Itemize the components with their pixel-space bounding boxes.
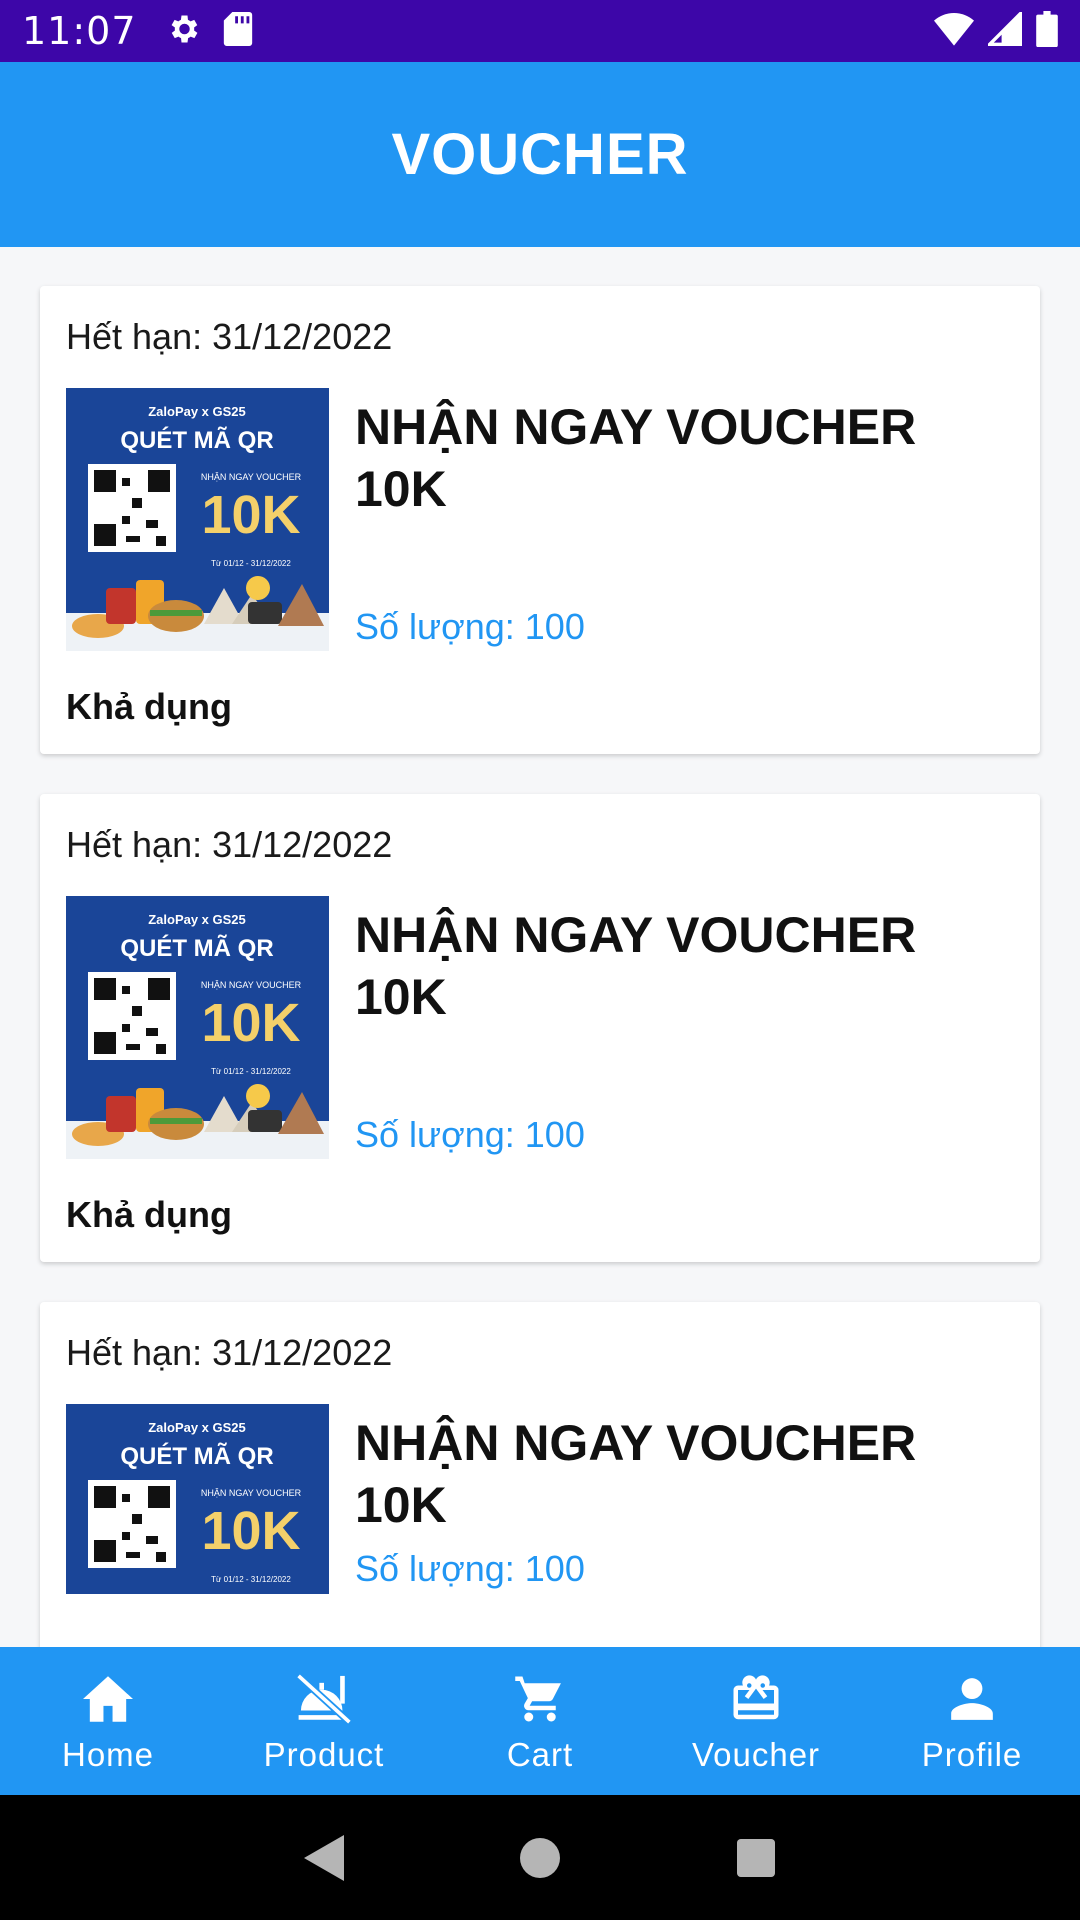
bottom-nav: Home Product Cart Voucher Profile [0, 1647, 1080, 1795]
voucher-quantity: Số lượng: 100 [355, 1114, 585, 1155]
profile-icon [947, 1668, 997, 1730]
voucher-name: NHẬN NGAY VOUCHER 10K [355, 907, 917, 1025]
status-bar: 11:07 [0, 0, 1080, 62]
poster-headline: QUÉT MÃ QR [120, 426, 273, 454]
voucher-name: NHẬN NGAY VOUCHER 10K [355, 1415, 917, 1533]
poster-dates: Từ 01/12 - 31/12/2022 [211, 559, 291, 568]
poster-sub: NHẬN NGAY VOUCHER [201, 980, 302, 990]
poster-headline: QUÉT MÃ QR [120, 934, 273, 962]
poster-brand: ZaloPay x GS25 [148, 1420, 246, 1435]
poster-sub: NHẬN NGAY VOUCHER [201, 472, 302, 482]
poster-sub: NHẬN NGAY VOUCHER [201, 1488, 302, 1498]
voucher-expiry: Hết hạn: 31/12/2022 [66, 824, 393, 865]
wifi-icon [934, 12, 974, 51]
voucher-quantity: Số lượng: 100 [355, 1548, 585, 1589]
poster-brand: ZaloPay x GS25 [148, 912, 246, 927]
voucher-expiry: Hết hạn: 31/12/2022 [66, 1332, 393, 1373]
voucher-name: NHẬN NGAY VOUCHER 10K [355, 399, 917, 517]
poster-amount: 10K [201, 1501, 300, 1561]
nav-item-cart[interactable]: Cart [432, 1647, 648, 1795]
voucher-quantity: Số lượng: 100 [355, 606, 585, 647]
nav-item-home[interactable]: Home [0, 1647, 216, 1795]
voucher-image: ZaloPay x GS25 QUÉT MÃ QR NHẬN NGAY VOUC… [66, 388, 329, 651]
nav-label: Product [263, 1736, 385, 1773]
voucher-card[interactable]: Hết hạn: 31/12/2022 ZaloPay x GS25 QUÉT … [40, 794, 1040, 1262]
sd-card-icon [223, 11, 253, 51]
poster-amount: 10K [201, 485, 300, 545]
poster-dates: Từ 01/12 - 31/12/2022 [211, 1067, 291, 1076]
system-nav-bar [0, 1795, 1080, 1920]
nav-item-voucher[interactable]: Voucher [648, 1647, 864, 1795]
app-bar: VOUCHER [0, 62, 1080, 247]
voucher-icon [728, 1668, 784, 1730]
page-title: VOUCHER [391, 122, 689, 187]
voucher-list[interactable]: Hết hạn: 31/12/2022 ZaloPay x GS25 QUÉT … [0, 247, 1080, 1647]
back-icon[interactable] [216, 1834, 432, 1881]
poster-amount: 10K [201, 993, 300, 1053]
voucher-card[interactable]: Hết hạn: 31/12/2022 ZaloPay x GS25 QUÉT … [40, 1302, 1040, 1647]
nav-item-product[interactable]: Product [216, 1647, 432, 1795]
gear-icon [165, 11, 201, 52]
voucher-image: ZaloPay x GS25 QUÉT MÃ QR NHẬN NGAY VOUC… [66, 1404, 329, 1594]
voucher-expiry: Hết hạn: 31/12/2022 [66, 316, 393, 357]
voucher-status: Khả dụng [66, 1194, 232, 1235]
cart-icon [513, 1668, 567, 1730]
battery-icon [1036, 10, 1058, 52]
nav-label: Home [61, 1736, 155, 1773]
poster-headline: QUÉT MÃ QR [120, 1442, 273, 1470]
product-icon [294, 1668, 354, 1730]
nav-label: Cart [506, 1736, 574, 1773]
nav-label: Voucher [691, 1736, 821, 1773]
voucher-status: Khả dụng [66, 686, 232, 727]
voucher-image: ZaloPay x GS25 QUÉT MÃ QR NHẬN NGAY VOUC… [66, 896, 329, 1159]
poster-dates: Từ 01/12 - 31/12/2022 [211, 1575, 291, 1584]
nav-item-profile[interactable]: Profile [864, 1647, 1080, 1795]
nav-label: Profile [921, 1736, 1023, 1773]
poster-brand: ZaloPay x GS25 [148, 404, 246, 419]
recents-icon[interactable] [648, 1838, 864, 1877]
status-time: 11:07 [22, 9, 137, 53]
voucher-card[interactable]: Hết hạn: 31/12/2022 ZaloPay x GS25 QUÉT … [40, 286, 1040, 754]
home-circle-icon[interactable] [432, 1837, 648, 1878]
home-icon [80, 1668, 136, 1730]
signal-icon [985, 9, 1022, 51]
